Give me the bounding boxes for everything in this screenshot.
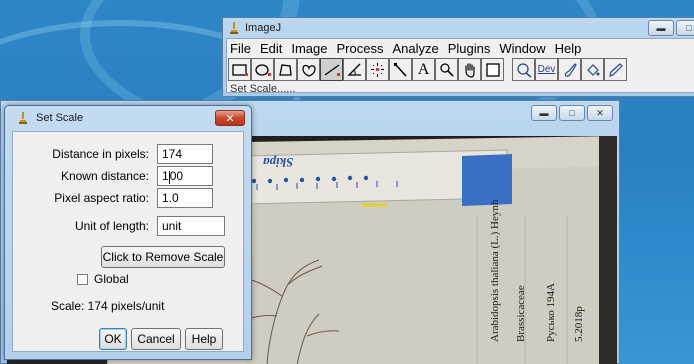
line-tool[interactable]: [320, 58, 343, 81]
imagej-microscope-icon: [230, 21, 238, 34]
set-scale-dialog: Set Scale ✕ Distance in pixels: 174 Know…: [4, 105, 252, 360]
maximize-icon: □: [569, 108, 575, 118]
rectangle-tool[interactable]: [228, 58, 251, 81]
text-tool[interactable]: A: [412, 58, 435, 81]
image-close-button[interactable]: ✕: [587, 105, 613, 121]
text-tool-icon: A: [417, 60, 430, 78]
imagej-microscope-icon: [19, 112, 27, 124]
zoom-tool-icon: [516, 62, 531, 78]
aspect-ratio-label: Pixel aspect ratio:: [54, 191, 149, 205]
known-distance-input[interactable]: 1 00: [157, 166, 213, 186]
menu-file[interactable]: File: [230, 41, 251, 56]
scale-readout: Scale: 174 pixels/unit: [51, 299, 165, 313]
point-tool-icon: [370, 62, 384, 77]
hand-tool-icon: [464, 62, 475, 78]
magnifier-tool-icon: [439, 62, 454, 77]
global-checkbox[interactable]: [77, 273, 88, 285]
oval-tool[interactable]: [251, 58, 274, 81]
image-minimize-button[interactable]: ▬: [531, 105, 557, 121]
menu-plugins[interactable]: Plugins: [448, 41, 491, 56]
known-distance-value-end: 00: [169, 169, 184, 183]
oval-tool-icon: [254, 63, 271, 76]
color-picker-tool-icon: [485, 62, 500, 77]
dialog-close-button[interactable]: ✕: [215, 110, 245, 126]
wand-tool-icon: [393, 62, 407, 77]
known-distance-row: Known distance: 1 00: [13, 166, 213, 186]
tool-bar: A Dev: [228, 58, 627, 81]
collector-label: Русько 194А: [545, 283, 557, 342]
ok-button[interactable]: OK: [99, 328, 127, 350]
minimize-button[interactable]: ▬: [648, 20, 674, 36]
close-icon: ✕: [596, 107, 604, 118]
dialog-body: Distance in pixels: 174 Known distance: …: [12, 131, 244, 352]
dialog-title: Set Scale: [36, 112, 84, 124]
brush-tool-icon: [564, 62, 577, 77]
species-label: Arabidopsis thaliana (L.) Heynh: [489, 199, 501, 342]
dev-tool-icon: Dev: [537, 64, 556, 75]
remove-scale-button[interactable]: Click to Remove Scale: [101, 246, 225, 268]
distance-pixels-row: Distance in pixels: 174: [13, 144, 213, 164]
brush-tool[interactable]: [558, 58, 581, 81]
angle-tool-icon: [346, 63, 361, 76]
imagej-window-title: ImageJ: [245, 21, 282, 34]
polygon-tool[interactable]: [274, 58, 297, 81]
image-maximize-button[interactable]: □: [559, 105, 585, 121]
menu-image[interactable]: Image: [291, 41, 327, 56]
distance-pixels-label: Distance in pixels:: [52, 147, 149, 161]
menu-process[interactable]: Process: [337, 41, 384, 56]
imagej-client-area: File Edit Image Process Analyze Plugins …: [226, 38, 694, 95]
cancel-button[interactable]: Cancel: [131, 328, 181, 350]
status-bar: Set Scale......: [230, 83, 296, 95]
zoom-tool[interactable]: [512, 58, 535, 81]
aspect-ratio-row: Pixel aspect ratio: 1.0: [13, 188, 213, 208]
known-distance-value-start: 1: [162, 169, 169, 183]
unit-length-input[interactable]: unit: [157, 216, 225, 236]
imagej-titlebar[interactable]: ImageJ ▬ □: [223, 18, 694, 37]
magnifier-tool[interactable]: [435, 58, 458, 81]
maximize-icon: □: [686, 23, 692, 33]
maximize-button[interactable]: □: [676, 20, 694, 36]
date-label: 5.2018р: [573, 306, 585, 342]
flood-fill-tool-icon: [586, 63, 599, 76]
ruler-brand-label: Skipa: [263, 155, 294, 170]
unit-length-label: Unit of length:: [74, 219, 149, 233]
angle-tool[interactable]: [343, 58, 366, 81]
dev-tool[interactable]: Dev: [535, 58, 558, 81]
rectangle-tool-icon: [231, 63, 248, 76]
menu-edit[interactable]: Edit: [260, 41, 282, 56]
menu-window[interactable]: Window: [499, 41, 545, 56]
pencil-tool-icon: [608, 62, 623, 77]
help-button[interactable]: Help: [185, 328, 223, 350]
aspect-ratio-input[interactable]: 1.0: [157, 188, 213, 208]
known-distance-label: Known distance:: [60, 169, 149, 183]
freehand-tool[interactable]: [297, 58, 320, 81]
flood-fill-tool[interactable]: [581, 58, 604, 81]
wand-tool[interactable]: [389, 58, 412, 81]
menu-bar: File Edit Image Process Analyze Plugins …: [227, 39, 694, 57]
distance-pixels-input[interactable]: 174: [157, 144, 213, 164]
global-label: Global: [94, 272, 129, 286]
imagej-main-window: ImageJ ▬ □ File Edit Image Process Analy…: [222, 17, 694, 97]
menu-help[interactable]: Help: [555, 41, 582, 56]
freehand-tool-icon: [301, 64, 316, 77]
close-icon: ✕: [225, 112, 235, 125]
menu-analyze[interactable]: Analyze: [392, 41, 438, 56]
point-tool[interactable]: [366, 58, 389, 81]
minimize-icon: ▬: [539, 108, 549, 118]
family-label: Brassicaceae: [515, 285, 527, 342]
unit-length-row: Unit of length: unit: [13, 216, 225, 236]
hand-tool[interactable]: [458, 58, 481, 81]
pencil-tool[interactable]: [604, 58, 627, 81]
line-tool-icon: [324, 63, 340, 76]
minimize-icon: ▬: [656, 23, 666, 33]
dialog-titlebar[interactable]: Set Scale ✕: [5, 106, 251, 130]
color-picker-tool[interactable]: [481, 58, 504, 81]
polygon-tool-icon: [278, 63, 292, 76]
global-checkbox-row[interactable]: Global: [77, 272, 129, 286]
